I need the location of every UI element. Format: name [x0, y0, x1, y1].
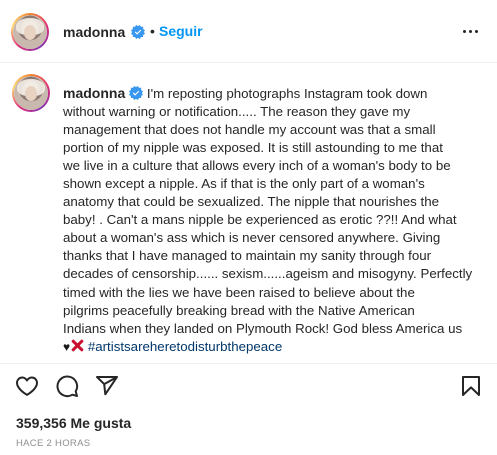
post-header: madonna • Seguir [0, 0, 497, 63]
separator-dot: • [150, 23, 155, 39]
cross-mark-emoji-icon [71, 339, 84, 352]
caption-line: Indians when they landed on Plymouth Roc… [63, 320, 463, 336]
share-icon[interactable] [95, 374, 119, 398]
post-timestamp[interactable]: HACE 2 HORAS [16, 438, 90, 449]
action-bar [0, 363, 497, 405]
follow-button[interactable]: Seguir [159, 23, 203, 39]
verified-badge-icon [131, 25, 145, 39]
caption-line: portion of my nipple was exposed. It is … [63, 140, 443, 156]
verified-badge-icon [129, 86, 144, 100]
caption-line: without warning or notification..... The… [63, 104, 411, 120]
caption-comment: madonna I'm reposting photographs Instag… [0, 63, 497, 363]
username-link[interactable]: madonna [63, 24, 125, 40]
avatar[interactable] [11, 13, 49, 51]
caption-line: management that does not handle my accou… [63, 122, 436, 138]
caption-line: baby! . Can't a mans nipple be experienc… [63, 212, 457, 228]
caption-line: thanks that I have managed to maintain m… [63, 248, 432, 264]
caption-username[interactable]: madonna [63, 85, 125, 101]
likes-count[interactable]: 359,356 Me gusta [16, 415, 131, 431]
caption-line: we live in a culture that allows every i… [63, 158, 451, 174]
comment-avatar[interactable] [12, 74, 50, 112]
black-heart-emoji-icon: ♥ [63, 339, 71, 354]
caption-line: timed with the lies we have been raised … [63, 284, 415, 300]
caption-line: shown except a nipple. As if that is the… [63, 176, 425, 192]
caption-line: decades of censorship...... sexism......… [63, 266, 473, 282]
caption-text: madonna I'm reposting photographs Instag… [63, 84, 493, 356]
caption-line-first: madonna I'm reposting photographs Instag… [63, 84, 493, 103]
caption-line: about a woman's ass which is never censo… [63, 230, 441, 246]
heart-icon[interactable] [15, 374, 39, 398]
caption-line: anatomy that could be sexualized. The ni… [63, 194, 440, 210]
hashtag-link[interactable]: #artistsareheretodisturbthepeace [88, 339, 282, 354]
caption-line-last: ♥ #artistsareheretodisturbthepeace [63, 338, 493, 356]
comment-icon[interactable] [55, 374, 79, 398]
caption-line: I'm reposting photographs Instagram took… [143, 86, 428, 101]
more-options-icon[interactable] [459, 22, 483, 42]
bookmark-icon[interactable] [459, 374, 483, 398]
caption-line: pilgrims peacefully breaking bread with … [63, 302, 415, 318]
